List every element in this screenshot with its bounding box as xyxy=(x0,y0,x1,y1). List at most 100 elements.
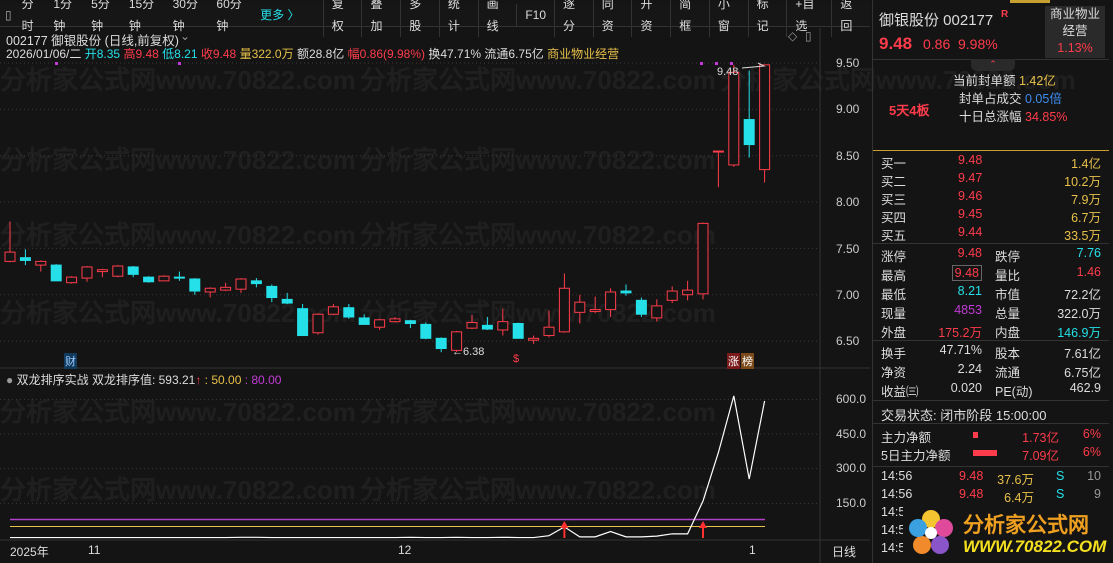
stat-value: 7.61亿 xyxy=(1064,347,1101,361)
buy-arrow-icon xyxy=(560,521,569,538)
flow-row[interactable]: 5日主力净额 7.09亿 6% xyxy=(873,445,1109,463)
stat-label: 最低 xyxy=(881,288,907,302)
flow-row[interactable]: 主力净额 1.73亿 6% xyxy=(873,427,1109,445)
flow-label: 5日主力净额 xyxy=(881,449,951,463)
stat-row: 净资 2.24 流通 6.75亿 xyxy=(873,362,1109,380)
chevron-down-icon[interactable]: ● xyxy=(6,373,13,387)
indicator-line2: : 80.00 xyxy=(244,373,282,387)
ten-day-row: 十日总涨幅 34.85% xyxy=(959,106,1067,125)
stat-label: 外盘 xyxy=(881,326,907,340)
stat-label: 换手 xyxy=(881,347,907,361)
candle-up xyxy=(112,265,124,278)
finance-marker[interactable]: 财 xyxy=(64,353,77,369)
candle-down xyxy=(50,264,62,282)
price-tick: 7.50 xyxy=(836,242,860,256)
price-tick: 9.50 xyxy=(836,56,860,70)
price-tick: 9.00 xyxy=(836,102,860,116)
bid-label: 买四 xyxy=(881,211,907,225)
candle-down xyxy=(620,284,632,296)
sector-box[interactable]: 商业物业 经营 1.13% xyxy=(1045,6,1105,58)
bid-volume: 33.5万 xyxy=(1064,229,1101,243)
stat-label: 股本 xyxy=(995,347,1021,361)
trade-volume: 37.6万 xyxy=(997,473,1034,487)
candle-down xyxy=(358,314,370,325)
candle-down xyxy=(250,278,262,288)
dragon-list-marker[interactable]: 榜 xyxy=(741,353,754,369)
candle-down xyxy=(343,304,355,319)
candle-up xyxy=(728,64,740,167)
candle-down xyxy=(743,70,755,158)
flower-logo-icon xyxy=(909,510,953,554)
trade-side: S xyxy=(1056,469,1065,483)
stat-label: 最高 xyxy=(881,269,907,283)
indicator-name[interactable]: 双龙排序实战 xyxy=(17,373,89,387)
buy-arrow-icon xyxy=(699,521,707,538)
trade-status: 交易状态: 闭市阶段 15:00:00 xyxy=(881,408,1047,423)
price-change-pct: 9.98% xyxy=(958,36,998,52)
bid-volume: 10.2万 xyxy=(1064,175,1101,189)
limit-up-marker[interactable]: 涨 xyxy=(727,353,740,369)
stat-value: 9.48 xyxy=(957,246,982,260)
candle-down xyxy=(127,266,139,278)
candle-down xyxy=(266,284,278,303)
stat-label: 跌停 xyxy=(995,250,1021,264)
bid-price: 9.48 xyxy=(958,153,983,167)
limit-dot xyxy=(178,62,181,65)
indicator-tick: 450.0 xyxy=(836,427,867,441)
stat-value: 6.75亿 xyxy=(1064,366,1101,380)
candle-up xyxy=(235,278,247,293)
candle-up xyxy=(466,315,478,330)
quote-panel: 御银股份 002177 R 9.48 0.86 9.98% 商业物业 经营 1.… xyxy=(872,0,1109,563)
stat-value: 7.76 xyxy=(1076,246,1101,260)
candle-up xyxy=(312,313,324,335)
logo-text: 分析家公式网 xyxy=(963,514,1089,537)
candle-down xyxy=(435,337,447,353)
stat-label: 市值 xyxy=(995,288,1021,302)
trade-row: 14:56 9.48 6.4万 S 9 xyxy=(873,487,1109,505)
trade-time: 14:56 xyxy=(881,487,913,501)
trade-count: 10 xyxy=(1087,469,1101,483)
bid-price: 9.46 xyxy=(958,189,983,203)
dollar-marker[interactable]: $ xyxy=(513,353,519,365)
time-tick-year: 2025年 xyxy=(10,545,49,559)
period-label[interactable]: 日线 xyxy=(832,543,856,560)
r-badge: R xyxy=(1001,9,1009,20)
seal-amount-row: 当前封单额 1.42亿 xyxy=(953,70,1056,89)
bid-row: 买三 9.46 7.9万 xyxy=(873,189,1109,207)
trade-time: 14:5 xyxy=(881,505,906,519)
bid-row: 买五 9.44 33.5万 xyxy=(873,225,1109,243)
stat-label: 现量 xyxy=(881,307,907,321)
flow-bar xyxy=(973,432,978,438)
trade-side: S xyxy=(1056,487,1065,501)
candle-up xyxy=(574,294,586,324)
stat-row: 收益㈢ 0.020 PE(动) 462.9 xyxy=(873,381,1109,399)
stat-label: 总量 xyxy=(995,307,1021,321)
sector-name-2: 经营 xyxy=(1062,24,1088,38)
candle-up xyxy=(697,222,709,300)
candle-up xyxy=(4,221,16,263)
indicator-tick: 300.0 xyxy=(836,461,867,475)
trade-time: 14:56 xyxy=(881,469,913,483)
flow-pct: 6% xyxy=(1082,427,1101,441)
low-price-label: ←6.38 xyxy=(452,346,485,358)
kline-chart[interactable] xyxy=(0,0,870,563)
stat-label: 量比 xyxy=(995,269,1021,283)
stat-row: 涨停 9.48 跌停 7.76 xyxy=(873,246,1109,264)
bid-label: 买二 xyxy=(881,175,907,189)
candle-up xyxy=(589,296,601,314)
last-price: 9.48 xyxy=(879,34,913,53)
label: 十日总涨幅 xyxy=(959,110,1022,124)
logo: 分析家公式网 WWW.70822.COM xyxy=(903,505,1109,560)
bid-row: 买四 9.45 6.7万 xyxy=(873,207,1109,225)
indicator-value: 双龙排序值: 593.21 xyxy=(91,373,196,387)
stat-value: 9.48 xyxy=(951,265,982,281)
stat-value: 1.46 xyxy=(1076,265,1101,279)
stat-row: 换手 47.71% 股本 7.61亿 xyxy=(873,343,1109,361)
stat-label: 涨停 xyxy=(881,250,907,264)
trade-price: 9.48 xyxy=(959,487,984,501)
candle-down xyxy=(143,276,155,283)
bid-price: 9.45 xyxy=(958,207,983,221)
indicator-tick: 150.0 xyxy=(836,496,867,510)
limit-dot xyxy=(700,62,703,65)
stat-value: 2.24 xyxy=(957,362,982,376)
